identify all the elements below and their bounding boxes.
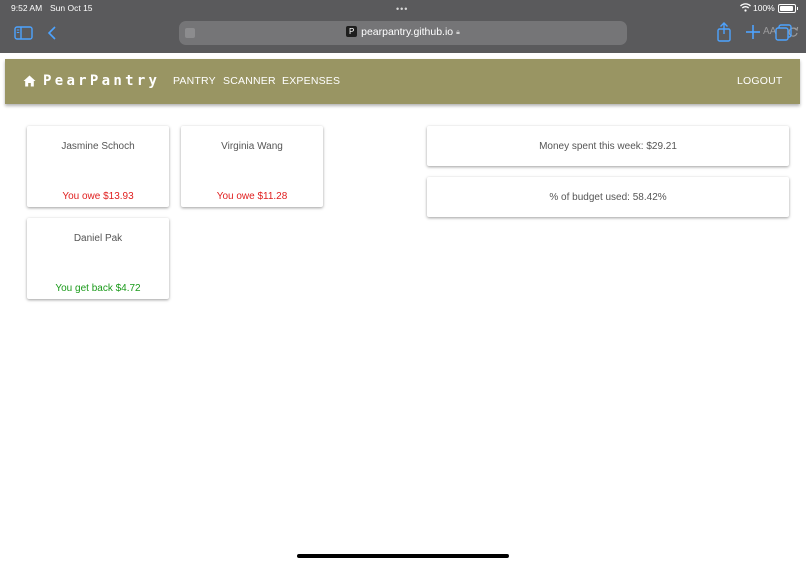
home-icon[interactable] [23,75,36,87]
roommate-balance: You owe $13.93 [62,191,134,202]
app-navbar: PearPantry PANTRY SCANNER EXPENSES LOGOU… [5,59,800,104]
home-indicator[interactable] [297,554,509,558]
roommate-card: Daniel Pak You get back $4.72 [27,218,169,299]
weekly-spending-card: Money spent this week: $29.21 [427,126,789,166]
budget-usage-card: % of budget used: 58.42% [427,177,789,217]
status-date: Sun Oct 15 [50,3,93,13]
battery-icon [778,4,798,13]
multitasking-dots-icon[interactable]: ••• [396,4,408,14]
url-text: pearpantry.github.io [361,26,454,38]
roommate-name: Jasmine Schoch [61,141,135,152]
logout-button[interactable]: LOGOUT [737,75,783,87]
status-time: 9:52 AM [11,3,43,13]
share-icon[interactable] [714,22,734,42]
new-tab-icon[interactable] [743,23,763,41]
site-favicon: P [346,26,358,37]
wifi-icon [740,3,751,12]
roommate-balance: You owe $11.28 [216,191,288,202]
roommate-name: Daniel Pak [73,233,123,244]
tabs-overview-icon[interactable] [774,24,794,42]
nav-pantry-link[interactable]: PANTRY [173,75,216,87]
weekly-spending-text: Money spent this week: $29.21 [539,141,677,152]
battery-percent: 100% [753,3,775,13]
brand-logo[interactable]: PearPantry [43,73,160,89]
roommate-card: Virginia Wang You owe $11.28 [181,126,323,207]
back-icon[interactable] [44,25,64,41]
address-bar[interactable]: Ppearpantry.github.io 🔒︎ AA [179,21,799,45]
roommate-balance: You get back $4.72 [55,283,141,294]
nav-scanner-link[interactable]: SCANNER [223,75,276,87]
nav-expenses-link[interactable]: EXPENSES [282,75,340,87]
roommate-card: Jasmine Schoch You owe $13.93 [27,126,169,207]
lock-icon: 🔒︎ [456,29,460,36]
budget-usage-text: % of budget used: 58.42% [549,192,667,203]
sidebar-icon[interactable] [14,25,34,41]
url-display[interactable]: Ppearpantry.github.io 🔒︎ [179,26,627,38]
browser-chrome: 9:52 AM Sun Oct 15 ••• 100% Ppearpantry.… [0,0,806,53]
roommate-name: Virginia Wang [221,141,283,152]
